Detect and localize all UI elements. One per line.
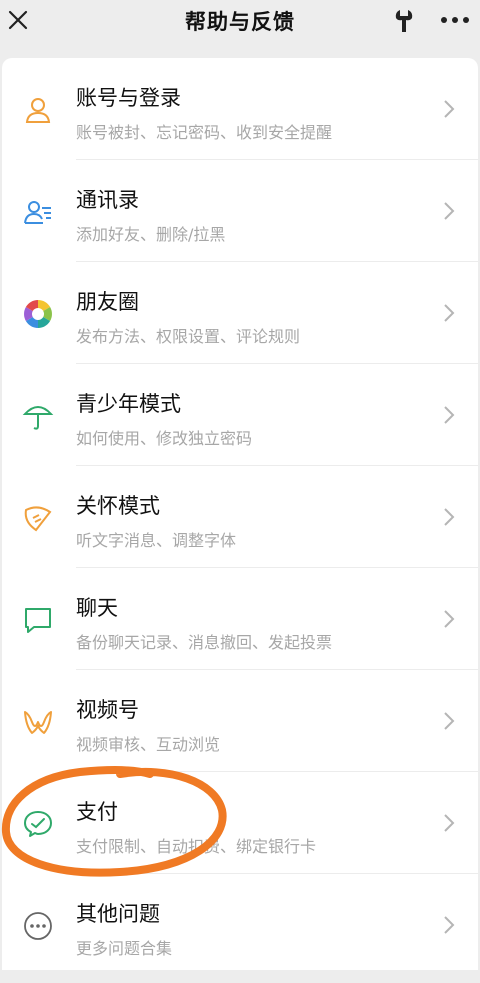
list-item-chat[interactable]: 聊天 备份聊天记录、消息撤回、发起投票 (2, 568, 478, 670)
list-item-label: 通讯录 (76, 188, 139, 212)
list-item-label: 视频号 (76, 698, 139, 722)
person-icon (22, 94, 54, 126)
list-item-label: 聊天 (76, 596, 118, 620)
bottom-bar (0, 970, 480, 983)
help-topic-list: 账号与登录 账号被封、忘记密码、收到安全提醒 通讯录 添加好友、删除/拉黑 朋友… (2, 58, 478, 970)
list-item-subtitle: 账号被封、忘记密码、收到安全提醒 (76, 123, 333, 142)
list-item-subtitle: 如何使用、修改独立密码 (76, 429, 253, 448)
chevron-right-icon (442, 98, 456, 120)
list-item-subtitle: 听文字消息、调整字体 (76, 531, 237, 550)
list-item-subtitle: 支付限制、自动扣费、绑定银行卡 (76, 837, 317, 856)
header-bar: 帮助与反馈 (0, 0, 480, 58)
channels-icon (22, 706, 54, 738)
contacts-icon (22, 196, 54, 228)
list-item-channels[interactable]: 视频号 视频审核、互动浏览 (2, 670, 478, 772)
more-icon[interactable] (440, 10, 470, 30)
chevron-right-icon (442, 608, 456, 630)
list-item-label: 账号与登录 (76, 86, 181, 110)
wrench-icon[interactable] (392, 8, 416, 34)
chevron-right-icon (442, 302, 456, 324)
list-item-moments[interactable]: 朋友圈 发布方法、权限设置、评论规则 (2, 262, 478, 364)
list-item-subtitle: 更多问题合集 (76, 939, 173, 958)
chevron-right-icon (442, 710, 456, 732)
list-item-label: 其他问题 (76, 902, 160, 926)
ellipsis-circle-icon (22, 910, 54, 942)
umbrella-icon (22, 400, 54, 432)
chevron-right-icon (442, 506, 456, 528)
list-item-account[interactable]: 账号与登录 账号被封、忘记密码、收到安全提醒 (2, 58, 478, 160)
list-item-teen-mode[interactable]: 青少年模式 如何使用、修改独立密码 (2, 364, 478, 466)
list-item-label: 朋友圈 (76, 290, 139, 314)
care-icon (22, 502, 54, 534)
list-item-contacts[interactable]: 通讯录 添加好友、删除/拉黑 (2, 160, 478, 262)
chevron-right-icon (442, 200, 456, 222)
list-item-care-mode[interactable]: 关怀模式 听文字消息、调整字体 (2, 466, 478, 568)
list-item-subtitle: 添加好友、删除/拉黑 (76, 225, 226, 244)
list-item-subtitle: 视频审核、互动浏览 (76, 735, 221, 754)
moments-icon (22, 298, 54, 330)
chevron-right-icon (442, 812, 456, 834)
list-item-subtitle: 发布方法、权限设置、评论规则 (76, 327, 301, 346)
chat-icon (22, 604, 54, 636)
list-item-pay[interactable]: 支付 支付限制、自动扣费、绑定银行卡 (2, 772, 478, 874)
chevron-right-icon (442, 914, 456, 936)
list-item-label: 青少年模式 (76, 392, 181, 416)
list-item-label: 关怀模式 (76, 494, 160, 518)
list-item-other[interactable]: 其他问题 更多问题合集 (2, 874, 478, 976)
list-item-label: 支付 (76, 800, 118, 824)
list-item-subtitle: 备份聊天记录、消息撤回、发起投票 (76, 633, 333, 652)
pay-icon (22, 808, 54, 840)
chevron-right-icon (442, 404, 456, 426)
